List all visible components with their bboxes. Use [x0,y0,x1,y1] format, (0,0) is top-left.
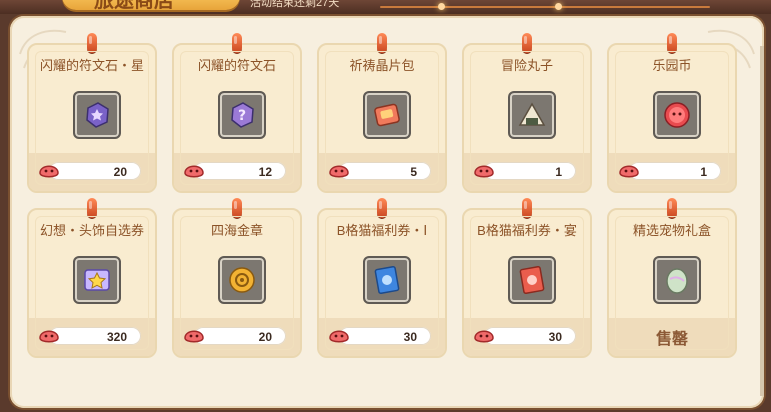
adventure-rice-ball-icon [517,100,547,130]
price-bar [49,162,141,180]
hanging-pin-icon [667,33,677,53]
paradise-coin-icon [662,100,692,130]
blue-cat-ticket-icon [372,265,402,295]
item-icon-frame[interactable] [508,256,556,304]
red-slime-currency-icon [37,323,61,345]
item-name: 乐园币 [652,58,692,73]
hanging-pin-icon [377,198,387,218]
red-slime-currency-icon [182,158,206,180]
red-slime-currency-icon [472,158,496,180]
item-name: 幻想・头饰自选券 [39,223,144,238]
hanging-pin-icon [87,33,97,53]
item-name: 闪耀的符文石・星 [39,58,144,73]
shop-item-card[interactable]: 四海金章 20 [172,198,302,358]
item-price: 1 [700,165,707,179]
item-name: 精选宠物礼盒 [632,223,711,238]
item-icon-frame[interactable] [218,256,266,304]
shop-item-card[interactable]: 幻想・头饰自选券 320 [27,198,157,358]
top-bar: 旅途商店 活动结束还剩27天 [0,0,771,14]
scrollbar[interactable] [760,46,764,396]
item-name: 闪耀的符文石 [197,58,276,73]
item-icon-frame[interactable] [363,256,411,304]
shop-item-card[interactable]: 乐园币 1 [607,33,737,193]
item-price: 30 [403,330,417,344]
pet-egg-gift-icon [662,265,692,295]
sparkle-dot [555,3,562,10]
crystal-chip-pack-icon [372,100,402,130]
red-cat-ticket-icon [517,265,547,295]
red-slime-currency-icon [472,323,496,345]
red-slime-currency-icon [182,323,206,345]
svg-text:?: ? [238,108,246,124]
item-price: 20 [113,165,127,179]
decorative-line [380,6,710,8]
sparkle-dot [438,3,445,10]
price-bar [194,327,286,345]
shop-item-card[interactable]: 冒险丸子 1 [462,33,592,193]
red-slime-currency-icon [617,158,641,180]
red-slime-currency-icon [327,323,351,345]
item-name: 祈祷晶片包 [349,58,415,73]
item-icon-frame[interactable] [363,91,411,139]
rune-stone-question-icon: ? [227,100,257,130]
item-price: 320 [106,330,127,344]
item-icon-frame[interactable] [73,256,121,304]
shop-item-card[interactable]: 闪耀的符文石・星 20 [27,33,157,193]
item-icon-frame[interactable] [653,256,701,304]
price-bar [484,327,576,345]
shop-title-tab: 旅途商店 [62,0,240,12]
item-price: 12 [258,165,272,179]
item-price: 1 [555,165,562,179]
item-price: 5 [410,165,417,179]
red-slime-currency-icon [327,158,351,180]
price-bar [49,327,141,345]
price-bar [339,162,431,180]
shop-item-card[interactable]: 祈祷晶片包 5 [317,33,447,193]
hanging-pin-icon [377,33,387,53]
price-bar [339,327,431,345]
item-name: B格猫福利券・Ⅰ [336,223,428,238]
shop-item-card[interactable]: B格猫福利券・Ⅰ 30 [317,198,447,358]
shop-title: 旅途商店 [94,0,174,12]
headwear-voucher-icon [82,265,112,295]
shop-item-card[interactable]: B格猫福利券・宴 30 [462,198,592,358]
item-name: B格猫福利券・宴 [477,223,577,238]
hanging-pin-icon [522,198,532,218]
rune-stone-star-icon [82,100,112,130]
hanging-pin-icon [87,198,97,218]
hanging-pin-icon [522,33,532,53]
event-timer: 活动结束还剩27天 [250,0,340,9]
price-bar [629,162,721,180]
red-slime-currency-icon [37,158,61,180]
item-price: 30 [548,330,562,344]
price-bar [484,162,576,180]
item-name: 四海金章 [210,223,263,238]
gold-medal-icon [227,265,257,295]
item-price: 20 [258,330,272,344]
item-icon-frame[interactable] [73,91,121,139]
shop-item-card[interactable]: 闪耀的符文石? 12 [172,33,302,193]
sold-out-label: 售罄 [655,331,688,348]
price-bar [194,162,286,180]
item-icon-frame[interactable]: ? [218,91,266,139]
shop-item-card[interactable]: 精选宠物礼盒 售罄 [607,198,737,358]
hanging-pin-icon [232,198,242,218]
item-name: 冒险丸子 [500,58,553,73]
item-icon-frame[interactable] [508,91,556,139]
hanging-pin-icon [667,198,677,218]
item-icon-frame[interactable] [653,91,701,139]
hanging-pin-icon [232,33,242,53]
